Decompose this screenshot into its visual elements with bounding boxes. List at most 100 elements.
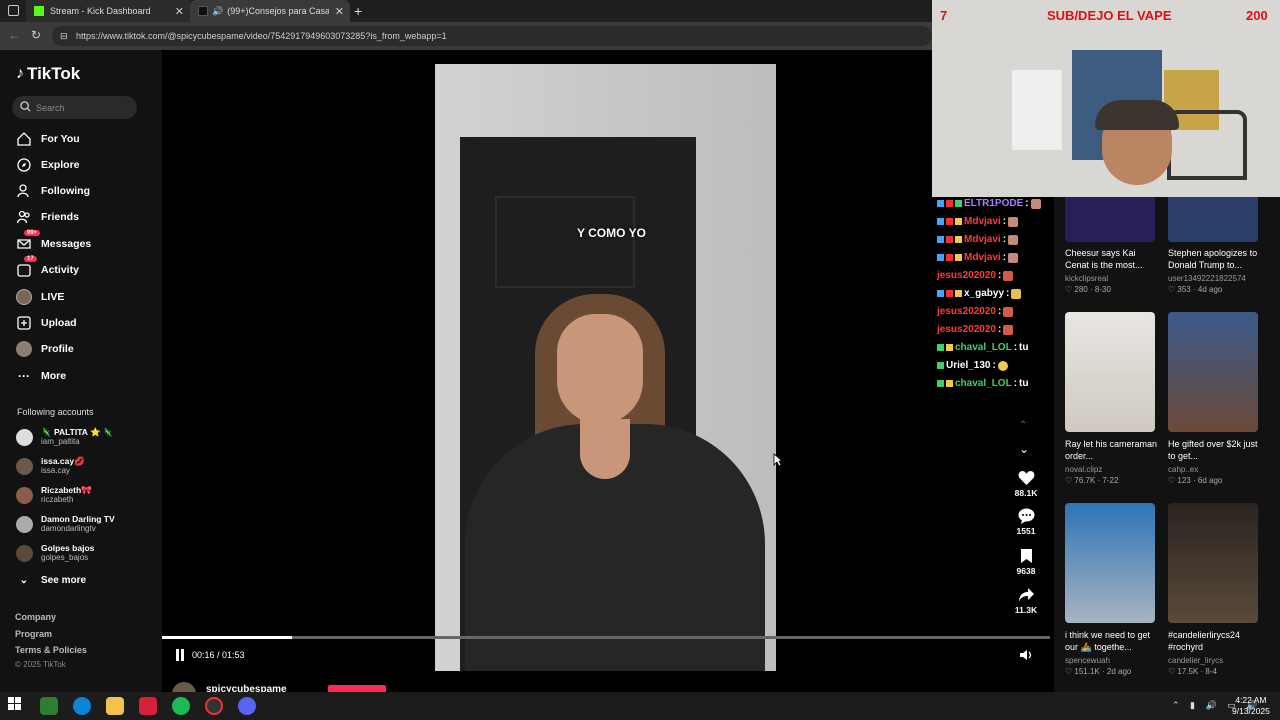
nav-upload[interactable]: Upload [16,314,77,332]
edge-browser-icon[interactable] [73,697,91,715]
app-icon[interactable] [139,697,157,715]
avatar [16,515,33,533]
file-explorer-icon[interactable] [106,697,124,715]
emote-icon [1003,324,1014,335]
video-stats: ♡ 151.1K · 2d ago [1065,667,1132,676]
pause-icon[interactable] [175,649,185,661]
tab-kick-dashboard[interactable]: Stream - Kick Dashboard ✕ [26,0,190,22]
live-icon [16,289,32,305]
emote-icon [1003,270,1014,281]
tab-tiktok[interactable]: 🔊 (99+)Consejos para Casados ✕ [190,0,350,22]
back-icon[interactable]: ← [8,28,20,42]
badge-icon [955,218,962,225]
app-icon[interactable] [205,697,223,715]
site-info-icon[interactable]: ⊟ [60,31,68,42]
close-tab-icon[interactable]: ✕ [335,5,344,18]
messages-icon: 99+ [16,230,41,252]
footer-company-link[interactable]: Company [15,612,56,622]
url-field[interactable]: ⊟ https://www.tiktok.com/@spicycubespame… [52,26,932,46]
author-name[interactable]: spicycubespame [206,684,287,692]
sub-counter-right: 200 [1246,8,1268,23]
related-video-card[interactable]: Ray let his cameraman order... noval.cli… [1054,312,1158,485]
treadmill [1167,110,1247,180]
kick-icon [34,6,44,16]
nav-activity[interactable]: 17 Activity [16,256,79,279]
follow-button[interactable] [328,685,386,692]
emote-icon [1008,216,1019,227]
video-stats: ♡ 280 · 8-30 [1065,285,1111,294]
nav-messages[interactable]: 99+ Messages [16,230,91,253]
profile-icon [16,341,32,357]
avatar [16,428,33,446]
badge-icon [946,290,953,297]
activity-badge: 17 [24,256,37,262]
share-button[interactable]: 11.3K [1006,587,1046,615]
badge-icon [946,344,953,351]
nav-explore[interactable]: Explore [16,156,80,174]
home-icon [16,131,32,147]
footer-program-link[interactable]: Program [15,629,52,639]
account-item[interactable]: Riczabeth🎀 riczabeth [16,482,92,508]
speaker-icon[interactable]: 🔊 [212,6,223,17]
terminal-app-icon[interactable] [40,697,58,715]
search-input[interactable]: Search [12,96,137,119]
chevron-down-icon: ⌄ [19,574,29,586]
video-thumbnail [1168,197,1258,242]
badge-icon [946,218,953,225]
wall-poster [1012,70,1062,150]
chat-message: ELTR1PODE : [937,198,1041,209]
bookmark-icon [1020,548,1033,564]
messages-badge: 99+ [24,230,41,236]
badge-icon [946,200,953,207]
emote-icon [1008,252,1019,263]
volume-icon[interactable] [1019,649,1033,661]
video-frame[interactable] [435,64,776,671]
nav-for-you[interactable]: For You [16,130,80,148]
tiktok-logo[interactable]: ♪ TikTok [16,64,80,84]
new-tab-button[interactable]: + [354,3,362,19]
account-item[interactable]: 🦎 PALTITA ⭐ 🦎 iam_paltita [16,424,114,450]
close-tab-icon[interactable]: ✕ [175,5,184,18]
discord-icon[interactable] [238,697,256,715]
related-video-card[interactable]: #candelierlirycs24 #rochyrd candelier_li… [1157,503,1261,676]
nav-friends[interactable]: Friends [16,208,79,226]
related-video-card[interactable]: i think we need to get our 🚣 togethe... … [1054,503,1158,676]
nav-following[interactable]: Following [16,182,90,200]
stream-chat-overlay: ELTR1PODE : Mdvjavi : Mdvjavi : Mdvjavi … [932,197,1054,397]
badge-icon [937,380,944,387]
tiktok-note-icon: ♪ [16,65,24,82]
comment-button[interactable]: 1551 [1006,508,1046,536]
nav-more[interactable]: ··· More [16,367,66,385]
person-neck [580,419,630,479]
see-more-button[interactable]: ⌄ See more [16,571,86,589]
video-thumbnail [1065,197,1155,242]
chat-message: x_gabyy : [937,288,1022,299]
taskbar-clock[interactable]: 4:22 AM 9/13/2025 [1232,695,1270,717]
spotify-icon[interactable] [172,697,190,715]
badge-icon [937,254,944,261]
account-item[interactable]: Golpes bajos golpes_bajos [16,540,94,566]
video-caption: Y COMO YO [577,226,646,240]
like-button[interactable]: 88.1K [1006,470,1046,498]
save-button[interactable]: 9638 [1006,548,1046,576]
avatar [16,544,33,562]
reload-icon[interactable]: ↻ [31,28,41,42]
streamer-hair [1095,100,1179,130]
chevron-down-icon[interactable]: ⌄ [1019,442,1029,456]
badge-icon [955,254,962,261]
account-item[interactable]: issa.cay💋 issa.cay [16,453,85,479]
related-video-card[interactable]: He gifted over $2k just to get... cahp..… [1157,312,1261,485]
related-video-card[interactable]: Cheesur says Kai Cenat is the most... ki… [1054,197,1158,294]
nav-profile[interactable]: Profile [16,340,74,358]
progress-track[interactable] [162,636,1050,639]
chat-message: jesus202020 : [937,306,1014,317]
video-time: 00:16 / 01:53 [192,650,245,660]
footer-terms-link[interactable]: Terms & Policies [15,645,87,655]
account-item[interactable]: Damon Darling TV damondarlingtv [16,511,115,537]
nav-live[interactable]: LIVE [16,288,64,306]
windows-start-icon[interactable] [8,697,26,715]
chevron-up-icon[interactable]: ⌃ [1019,420,1027,431]
comment-icon [1018,508,1035,524]
related-video-card[interactable]: Stephen apologizes to Donald Trump to...… [1157,197,1261,294]
tab-actions-icon[interactable] [8,5,19,16]
